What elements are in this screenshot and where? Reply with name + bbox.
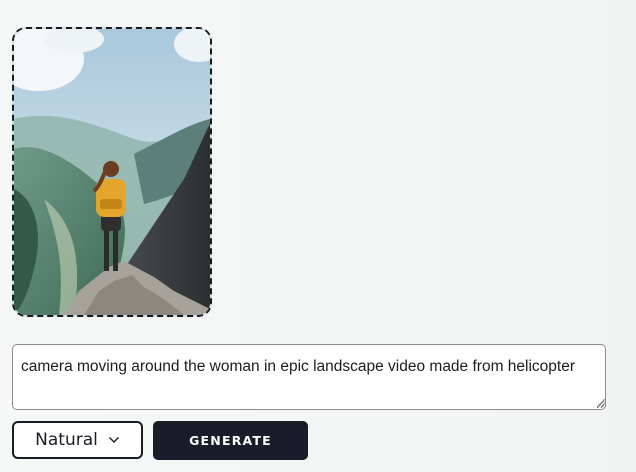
style-select-value: Natural (35, 430, 98, 450)
uploaded-photo (14, 29, 210, 315)
image-upload-dropzone[interactable] (12, 27, 212, 317)
style-select[interactable]: Natural (12, 421, 143, 459)
prompt-input[interactable]: camera moving around the woman in epic l… (12, 344, 606, 410)
chevron-down-icon (108, 437, 119, 443)
resize-handle-icon[interactable] (596, 398, 606, 408)
generate-button[interactable]: GENERATE (153, 421, 308, 460)
